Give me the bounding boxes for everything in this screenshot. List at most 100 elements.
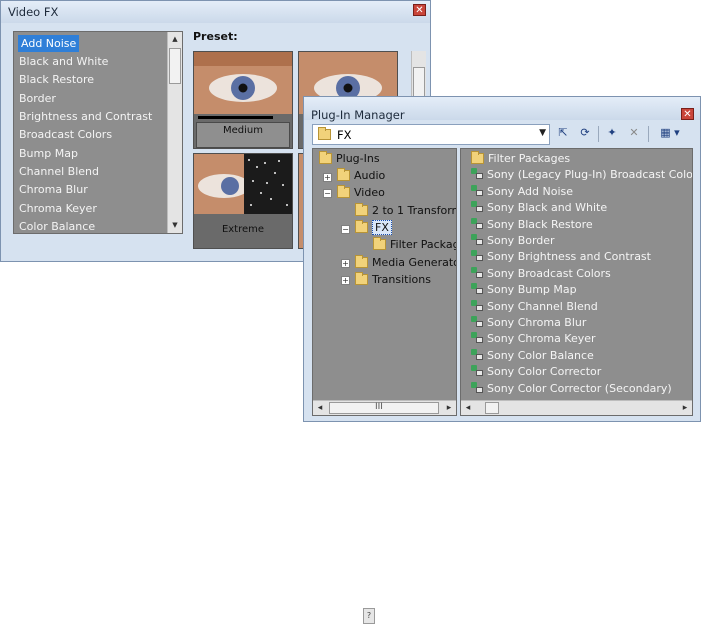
scroll-up-icon[interactable]: ▲ [168, 32, 182, 47]
effect-item-brightness-and-contrast[interactable]: Brightness and Contrast [19, 108, 152, 125]
plugin-icon [471, 381, 484, 394]
plugin-item-chroma-blur[interactable]: Sony Chroma Blur [471, 315, 586, 331]
scroll-left-icon[interactable]: ◂ [461, 401, 475, 415]
preset-scroll-thumb[interactable] [413, 67, 425, 97]
effect-item-black-restore[interactable]: Black Restore [19, 71, 94, 88]
plugin-item-color-corrector-secondary[interactable]: Sony Color Corrector (Secondary) [471, 381, 672, 397]
folder-icon [318, 127, 331, 140]
collapse-fx-icon[interactable]: − [341, 225, 350, 234]
video-fx-title: Video FX [8, 5, 59, 19]
refresh-icon: ⟳ [580, 126, 590, 139]
plugin-list-hscrollbar[interactable]: ◂ ▸ [461, 400, 692, 415]
plugin-list-hscroll-thumb[interactable] [485, 402, 499, 414]
expand-audio-icon[interactable]: + [323, 173, 332, 182]
plugin-item-bump-map[interactable]: Sony Bump Map [471, 282, 577, 298]
effect-item-black-and-white[interactable]: Black and White [19, 53, 108, 70]
plugin-list: Filter Packages Sony (Legacy Plug-In) Br… [460, 148, 693, 416]
expand-transitions-icon[interactable]: + [341, 276, 350, 285]
tree-label-2-to-1-transform: 2 to 1 Transform [372, 204, 457, 217]
scroll-down-icon[interactable]: ▼ [168, 218, 182, 233]
folder-icon [355, 203, 368, 216]
plugin-manager-window: Plug-In Manager ✕ FX ▼ ⇱ ⟳ ✦ ✕ ▦ ▾ Plug-… [303, 96, 701, 422]
close-icon: ✕ [415, 5, 424, 16]
plugin-item-color-balance[interactable]: Sony Color Balance [471, 348, 594, 364]
plugin-label: Sony Black Restore [487, 217, 593, 231]
tree-label-fx: FX [372, 220, 392, 235]
folder-icon [337, 185, 350, 198]
plugin-manager-title: Plug-In Manager [311, 108, 405, 122]
new-folder-button[interactable]: ✦ [603, 124, 621, 142]
plugin-item-black-restore[interactable]: Sony Black Restore [471, 217, 593, 233]
tree-item-media-generators[interactable]: Media Generato [355, 255, 457, 271]
path-dropdown[interactable]: FX ▼ [312, 124, 550, 145]
folder-icon [319, 151, 332, 164]
plugin-label: Sony Bump Map [487, 283, 577, 297]
preset-tile-medium[interactable]: Medium [193, 51, 293, 149]
plugin-item-filter-packages[interactable]: Filter Packages [471, 151, 570, 167]
effect-item-channel-blend[interactable]: Channel Blend [19, 163, 99, 180]
plugin-icon [471, 299, 484, 312]
scroll-right-icon[interactable]: ▸ [678, 401, 692, 415]
plugin-item-channel-blend[interactable]: Sony Channel Blend [471, 299, 598, 315]
folder-icon [471, 151, 484, 164]
plugin-icon [471, 250, 484, 262]
preset-caption-extreme: Extreme [221, 224, 265, 235]
scroll-left-icon[interactable]: ◂ [313, 401, 327, 415]
tree-item-plug-ins[interactable]: Plug-Ins [319, 151, 380, 167]
video-fx-titlebar[interactable]: Video FX ✕ [1, 1, 430, 23]
plugin-item-black-and-white[interactable]: Sony Black and White [471, 200, 607, 216]
effect-item-chroma-keyer[interactable]: Chroma Keyer [19, 200, 97, 217]
scroll-right-icon[interactable]: ▸ [442, 401, 456, 415]
tree-item-transitions[interactable]: Transitions [355, 272, 431, 288]
plugin-manager-titlebar[interactable]: Plug-In Manager ✕ [304, 97, 700, 122]
tree-item-2-to-1-transform[interactable]: 2 to 1 Transform [355, 203, 457, 219]
tree-label-media-generators: Media Generato [372, 256, 457, 269]
plugin-item-broadcast-colors[interactable]: Sony Broadcast Colors [471, 266, 611, 282]
tree-label-video: Video [354, 186, 385, 199]
preset-tile-extreme[interactable]: Extreme [193, 153, 293, 249]
effect-item-bump-map[interactable]: Bump Map [19, 145, 78, 162]
plugin-label: Sony Channel Blend [487, 299, 598, 313]
folder-icon [355, 220, 368, 233]
effect-item-chroma-blur[interactable]: Chroma Blur [19, 181, 88, 198]
tree-item-audio[interactable]: Audio [337, 168, 385, 184]
plugin-item-brightness-and-contrast[interactable]: Sony Brightness and Contrast [471, 249, 651, 265]
chevron-down-icon[interactable]: ▼ [539, 128, 546, 138]
collapse-video-icon[interactable]: − [323, 189, 332, 198]
plugin-icon [471, 283, 484, 295]
plugin-item-legacy-broadcast-colors[interactable]: Sony (Legacy Plug-In) Broadcast Colors [471, 167, 692, 183]
expand-media-generators-icon[interactable]: + [341, 259, 350, 268]
plugin-item-border[interactable]: Sony Border [471, 233, 555, 249]
delete-button[interactable]: ✕ [625, 124, 643, 142]
effect-item-broadcast-colors[interactable]: Broadcast Colors [19, 126, 112, 143]
tree-item-filter-packages[interactable]: Filter Packag [373, 237, 456, 253]
plugin-item-chroma-keyer[interactable]: Sony Chroma Keyer [471, 331, 596, 347]
view-grid-icon: ▦ ▾ [660, 126, 680, 139]
effect-item-border[interactable]: Border [19, 90, 56, 107]
tree-item-video[interactable]: Video [337, 185, 385, 201]
plugin-icon [471, 168, 484, 180]
view-menu-button[interactable]: ▦ ▾ [654, 124, 686, 142]
video-fx-close-button[interactable]: ✕ [413, 4, 426, 16]
plugin-manager-close-button[interactable]: ✕ [681, 108, 694, 120]
plugin-label: Sony Add Noise [487, 184, 573, 198]
effect-item-add-noise[interactable]: Add Noise [18, 35, 80, 52]
plugin-icon [471, 266, 484, 279]
plugin-icon [471, 365, 484, 377]
help-icon[interactable]: ? [363, 608, 375, 624]
plugin-item-color-corrector[interactable]: Sony Color Corrector [471, 364, 601, 380]
plugin-label: Sony Chroma Keyer [487, 332, 596, 346]
up-folder-button[interactable]: ⇱ [554, 124, 572, 142]
tree-hscrollbar[interactable]: ◂ III ▸ [313, 400, 456, 415]
effects-list-scrollbar[interactable]: ▲ ▼ [167, 32, 182, 233]
effects-list-scroll-thumb[interactable] [169, 48, 181, 84]
plugin-item-add-noise[interactable]: Sony Add Noise [471, 184, 573, 200]
folder-icon [373, 237, 386, 250]
tree-label-plug-ins: Plug-Ins [336, 152, 380, 165]
tree-item-fx[interactable]: FX [355, 220, 392, 236]
effect-item-color-balance[interactable]: Color Balance [19, 218, 95, 233]
grip-icon: III [375, 402, 383, 412]
refresh-button[interactable]: ⟳ [576, 124, 594, 142]
tree-hscroll-thumb[interactable] [329, 402, 439, 414]
toolbar-separator-2 [648, 126, 649, 142]
